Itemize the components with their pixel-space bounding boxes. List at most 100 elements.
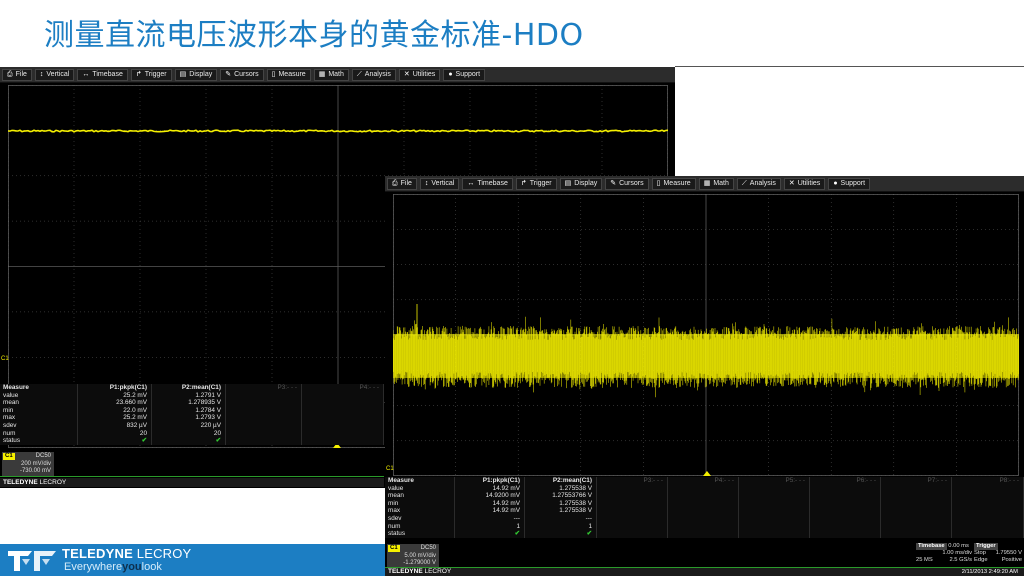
timebase-icon: ↔: [467, 180, 475, 187]
menu-timebase[interactable]: ↔ Timebase: [77, 68, 128, 81]
menu-display[interactable]: ▤ Display: [174, 68, 218, 81]
menu-trigger[interactable]: ↱ Trigger: [130, 68, 172, 81]
menu-bar: ⎙ File ↕ Vertical ↔ Timebase ↱ Trigger ▤ Display ✎…: [0, 67, 675, 83]
empty-cell: [952, 522, 1024, 531]
scope-brand: TELEDYNE LECROY 2/11/2013 2:49:20 AM: [385, 568, 1024, 576]
empty-cell: [597, 514, 668, 523]
measure-table: Measure P1:pkpk(C1) P2:mean(C1) P3:- - - P4:…: [0, 384, 384, 445]
p2-value: 1.275538 V: [525, 507, 597, 515]
channel-tag: C1: [388, 545, 400, 552]
measure-param-header[interactable]: P4:- - -: [302, 384, 384, 392]
p1-value: 14.92 mV: [455, 499, 525, 508]
status-line: [0, 476, 384, 477]
menu-utilities[interactable]: ✕ Utilities: [398, 68, 441, 81]
menu-support[interactable]: ● Support: [828, 177, 871, 190]
empty-cell: [597, 499, 668, 508]
menu-file[interactable]: ⎙ File: [2, 68, 32, 81]
menu-label: Trigger: [529, 180, 552, 187]
empty-cell: [881, 499, 952, 508]
measure-param-header[interactable]: P2:mean(C1): [152, 384, 226, 392]
menu-display[interactable]: ▤ Display: [559, 177, 603, 190]
menu-support[interactable]: ● Support: [443, 68, 486, 81]
vertical-icon: ↕: [424, 180, 429, 187]
menu-cursors[interactable]: ✎ Cursors: [605, 177, 649, 190]
p1-value: 25.2 mV: [78, 391, 152, 400]
trigger-descriptor[interactable]: Trigger Stop 1.79550 V Edge Positive: [974, 543, 1022, 564]
timebase-descriptor[interactable]: Timebase 0.00 ms 1.00 ms/div 25 MS 2.5 G…: [916, 543, 972, 564]
empty-cell: [668, 499, 739, 508]
empty-cell: [881, 514, 952, 523]
measure-row-label: value: [385, 484, 455, 493]
menu-vertical[interactable]: ↕ Vertical: [34, 68, 75, 81]
menu-math[interactable]: ▦ Math: [313, 68, 349, 81]
empty-cell: [739, 499, 810, 508]
empty-cell: [597, 530, 668, 538]
measure-row: num 1 1: [385, 522, 1024, 531]
empty-cell: [810, 484, 881, 493]
measure-param-header[interactable]: P3:- - -: [597, 477, 668, 485]
menu-cursors[interactable]: ✎ Cursors: [220, 68, 264, 81]
measure-row: num 20 20: [0, 429, 384, 438]
display-icon: ▤: [564, 180, 572, 187]
measure-param-header[interactable]: P7:- - -: [881, 477, 952, 485]
channel-marker: C1: [386, 466, 394, 472]
measure-param-header[interactable]: P4:- - -: [668, 477, 739, 485]
slide-title: 测量直流电压波形本身的黄金标准-HDO: [44, 18, 584, 53]
p1-value: ---: [455, 514, 525, 523]
menu-label: Analysis: [749, 180, 776, 187]
teledyne-logo-icon: [8, 551, 56, 571]
empty-cell: [952, 514, 1024, 523]
menu-analysis[interactable]: ⟋ Analysis: [351, 68, 396, 81]
menu-file[interactable]: ⎙ File: [387, 177, 417, 190]
p2-value: 1.2784 V: [152, 406, 226, 415]
empty-cell: [597, 492, 668, 500]
measure-param-header[interactable]: P2:mean(C1): [525, 477, 597, 485]
trace-c1: [8, 129, 668, 133]
trigger-position-marker: [703, 471, 711, 476]
menu-label: Analysis: [364, 71, 391, 78]
menu-label: Measure: [663, 180, 691, 187]
measure-param-header[interactable]: P5:- - -: [739, 477, 810, 485]
menu-measure[interactable]: ▯ Measure: [651, 177, 696, 190]
menu-timebase[interactable]: ↔ Timebase: [462, 177, 513, 190]
empty-cell: [668, 522, 739, 531]
utilities-icon: ✕: [788, 180, 795, 187]
channel-descriptor[interactable]: C1 DC50 5.00 mV/div -1.279000 V: [387, 544, 439, 568]
channel-marker: C1: [1, 356, 9, 362]
measure-param-header[interactable]: P6:- - -: [810, 477, 881, 485]
menu-vertical[interactable]: ↕ Vertical: [419, 177, 460, 190]
timebase-icon: ↔: [82, 71, 90, 78]
measure-param-header[interactable]: P1:pkpk(C1): [78, 384, 152, 392]
menu-label: Cursors: [234, 71, 259, 78]
menu-label: Timebase: [477, 180, 508, 187]
empty-cell: [668, 530, 739, 538]
display-icon: ▤: [179, 71, 187, 78]
menu-measure[interactable]: ▯ Measure: [266, 68, 311, 81]
menu-analysis[interactable]: ⟋ Analysis: [736, 177, 781, 190]
empty-cell: [668, 507, 739, 515]
scope-brand: TELEDYNE LECROY: [0, 478, 384, 487]
measure-row: sdev --- ---: [385, 514, 1024, 523]
measure-param-header[interactable]: P1:pkpk(C1): [455, 477, 525, 485]
menu-trigger[interactable]: ↱ Trigger: [515, 177, 557, 190]
p2-value: ✔: [152, 437, 226, 445]
coupling: DC50: [35, 453, 51, 459]
measure-param-header[interactable]: P3:- - -: [226, 384, 302, 392]
menu-math[interactable]: ▦ Math: [698, 177, 734, 190]
offset: -1.279000 V: [403, 560, 436, 566]
p1-value: 25.2 mV: [78, 414, 152, 422]
slide: { "slide": { "title": "测量直流电压波形本身的黄金标准-H…: [0, 0, 1024, 576]
menu-label: File: [400, 180, 412, 187]
empty-cell: [881, 492, 952, 500]
empty-cell: [226, 414, 302, 422]
empty-cell: [739, 492, 810, 500]
menu-utilities[interactable]: ✕ Utilities: [783, 177, 826, 190]
measure-param-header[interactable]: P8:- - -: [952, 477, 1024, 485]
measure-row-label: min: [0, 406, 78, 415]
logo-name: TELEDYNE LECROY: [62, 546, 192, 561]
p1-value: 14.92 mV: [455, 484, 525, 493]
p1-value: 22.0 mV: [78, 406, 152, 415]
p1-value: 23.660 mV: [78, 399, 152, 407]
menu-label: Timebase: [92, 71, 123, 78]
channel-descriptor[interactable]: C1 DC50 200 mV/div -730.00 mV: [2, 452, 54, 476]
